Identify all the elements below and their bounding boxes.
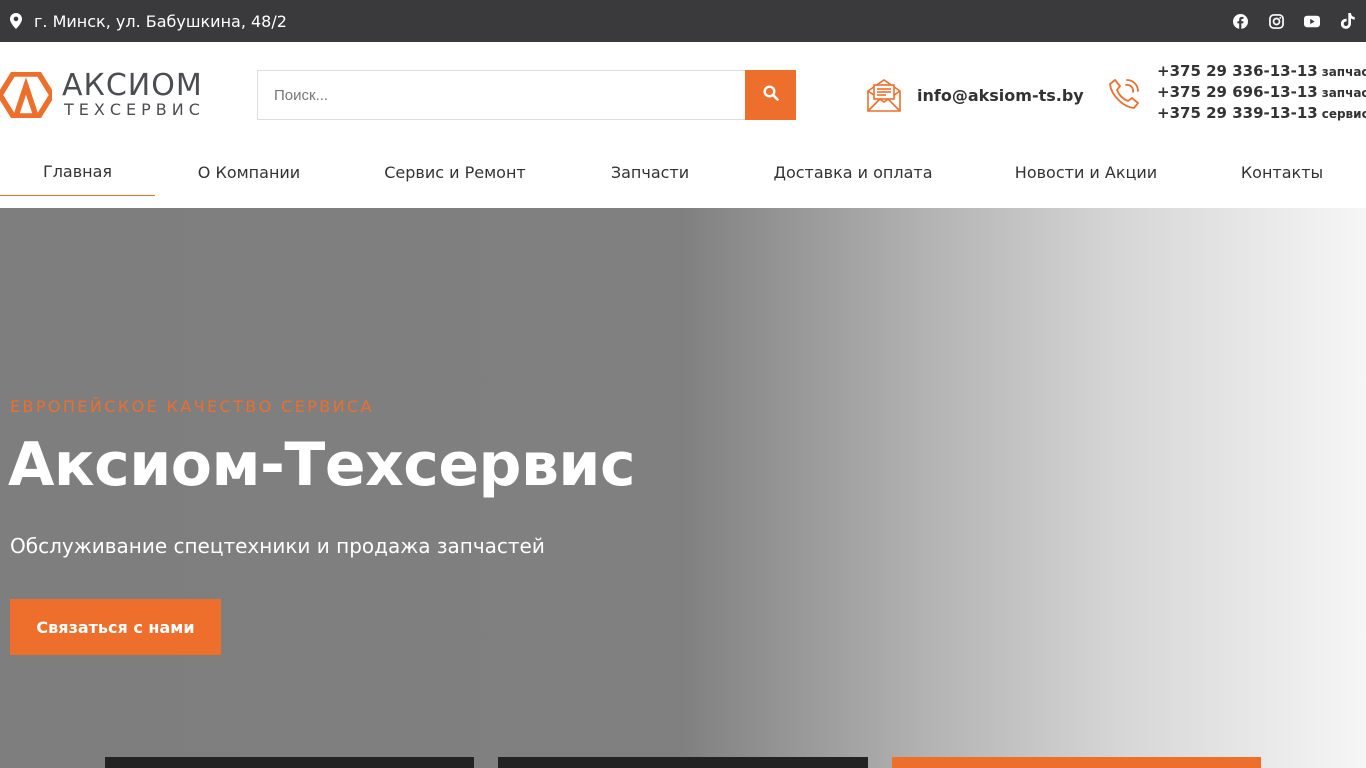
search-form <box>257 70 796 120</box>
hero-section: ЕВРОПЕЙСКОЕ КАЧЕСТВО СЕРВИСА Аксиом-Техс… <box>0 208 1366 768</box>
feature-card <box>498 757 868 768</box>
nav-item-news[interactable]: Новости и Акции <box>1006 148 1166 196</box>
search-icon <box>762 84 779 106</box>
tiktok-icon[interactable] <box>1340 13 1356 29</box>
phone-number: +375 29 696-13-13 <box>1157 83 1318 101</box>
address-text: г. Минск, ул. Бабушкина, 48/2 <box>34 11 287 31</box>
logo[interactable]: АКСИОМ ТЕХСЕРВИС <box>0 68 212 120</box>
nav-item-service[interactable]: Сервис и Ремонт <box>375 148 535 196</box>
hero-subtitle: Обслуживание спецтехники и продажа запча… <box>10 534 545 558</box>
main-nav: Главная О Компании Сервис и Ремонт Запча… <box>0 148 1366 208</box>
phone-row[interactable]: +375 29 336-13-13 запчасти <box>1157 62 1366 83</box>
phone-tag: сервис <box>1321 107 1366 121</box>
header: АКСИОМ ТЕХСЕРВИС info@aksiom-ts.by <box>0 42 1366 148</box>
envelope-icon <box>866 77 902 113</box>
nav-item-parts[interactable]: Запчасти <box>600 148 700 196</box>
phone-tag: запчасти <box>1321 86 1366 100</box>
youtube-icon[interactable] <box>1304 13 1320 29</box>
phone-list: +375 29 336-13-13 запчасти +375 29 696-1… <box>1157 62 1366 125</box>
social-links <box>1232 0 1356 42</box>
hero-title: Аксиом-Техсервис <box>8 430 636 500</box>
logo-name: АКСИОМ <box>62 68 203 103</box>
phone-number: +375 29 339-13-13 <box>1157 104 1318 122</box>
nav-item-home[interactable]: Главная <box>0 148 155 196</box>
hero-eyebrow: ЕВРОПЕЙСКОЕ КАЧЕСТВО СЕРВИСА <box>10 397 374 416</box>
instagram-icon[interactable] <box>1268 13 1284 29</box>
phone-number: +375 29 336-13-13 <box>1157 62 1318 80</box>
top-bar: г. Минск, ул. Бабушкина, 48/2 <box>0 0 1366 42</box>
nav-item-about[interactable]: О Компании <box>188 148 310 196</box>
search-button[interactable] <box>745 70 796 120</box>
address: г. Минск, ул. Бабушкина, 48/2 <box>10 0 287 42</box>
logo-subtitle: ТЕХСЕРВИС <box>64 100 205 119</box>
email-contact[interactable]: info@aksiom-ts.by <box>866 76 1084 114</box>
phone-icon <box>1106 76 1142 112</box>
facebook-icon[interactable] <box>1232 13 1248 29</box>
nav-item-contacts[interactable]: Контакты <box>1231 148 1333 196</box>
phone-tag: запчасти <box>1321 65 1366 79</box>
logo-mark-icon <box>0 71 56 119</box>
phone-row[interactable]: +375 29 696-13-13 запчасти <box>1157 83 1366 104</box>
nav-item-delivery[interactable]: Доставка и оплата <box>765 148 941 196</box>
email-text: info@aksiom-ts.by <box>917 85 1084 105</box>
search-input[interactable] <box>257 70 746 120</box>
phone-row[interactable]: +375 29 339-13-13 сервис <box>1157 104 1366 125</box>
feature-card <box>105 757 474 768</box>
contact-us-button[interactable]: Связаться с нами <box>10 599 221 655</box>
feature-card <box>892 757 1261 768</box>
map-pin-icon <box>10 13 22 29</box>
